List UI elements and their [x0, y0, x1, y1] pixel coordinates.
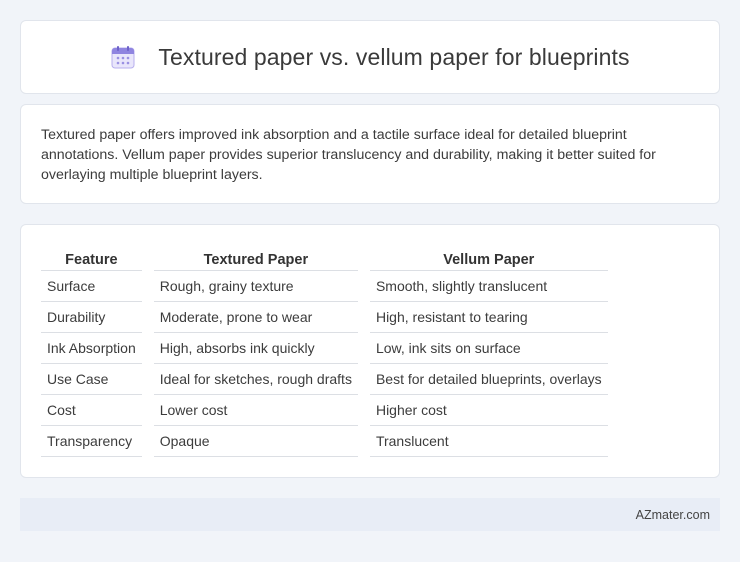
table-row: Surface Rough, grainy texture Smooth, sl… [41, 271, 608, 302]
comparison-card: Feature Textured Paper Vellum Paper Surf… [20, 224, 720, 478]
table-header-row: Feature Textured Paper Vellum Paper [41, 245, 608, 271]
cell-textured: Ideal for sketches, rough drafts [153, 364, 358, 395]
page-title: Textured paper vs. vellum paper for blue… [158, 43, 630, 70]
header-vellum-paper: Vellum Paper [369, 245, 608, 271]
header-feature: Feature [41, 245, 142, 271]
description-card: Textured paper offers improved ink absor… [20, 104, 720, 204]
cell-feature: Surface [41, 271, 142, 302]
cell-vellum: Translucent [369, 426, 608, 457]
header-textured-paper: Textured Paper [153, 245, 358, 271]
calendar-icon [110, 44, 136, 70]
cell-feature: Cost [41, 395, 142, 426]
cell-textured: Opaque [153, 426, 358, 457]
cell-textured: Rough, grainy texture [153, 271, 358, 302]
table-row: Transparency Opaque Translucent [41, 426, 608, 457]
cell-textured: Moderate, prone to wear [153, 302, 358, 333]
table-row: Durability Moderate, prone to wear High,… [41, 302, 608, 333]
cell-feature: Durability [41, 302, 142, 333]
cell-feature: Transparency [41, 426, 142, 457]
title-card: Textured paper vs. vellum paper for blue… [20, 20, 720, 94]
description-text: Textured paper offers improved ink absor… [41, 127, 656, 183]
comparison-table: Feature Textured Paper Vellum Paper Surf… [41, 245, 608, 457]
cell-vellum: Low, ink sits on surface [369, 333, 608, 364]
title-wrap: Textured paper vs. vellum paper for blue… [110, 43, 630, 71]
footer-brand[interactable]: AZmater.com [636, 508, 710, 522]
cell-feature: Use Case [41, 364, 142, 395]
footer-bar: AZmater.com [20, 498, 720, 531]
cell-textured: High, absorbs ink quickly [153, 333, 358, 364]
table-row: Ink Absorption High, absorbs ink quickly… [41, 333, 608, 364]
table-row: Cost Lower cost Higher cost [41, 395, 608, 426]
cell-textured: Lower cost [153, 395, 358, 426]
cell-vellum: High, resistant to tearing [369, 302, 608, 333]
cell-feature: Ink Absorption [41, 333, 142, 364]
cell-vellum: Higher cost [369, 395, 608, 426]
cell-vellum: Best for detailed blueprints, overlays [369, 364, 608, 395]
cell-vellum: Smooth, slightly translucent [369, 271, 608, 302]
table-row: Use Case Ideal for sketches, rough draft… [41, 364, 608, 395]
